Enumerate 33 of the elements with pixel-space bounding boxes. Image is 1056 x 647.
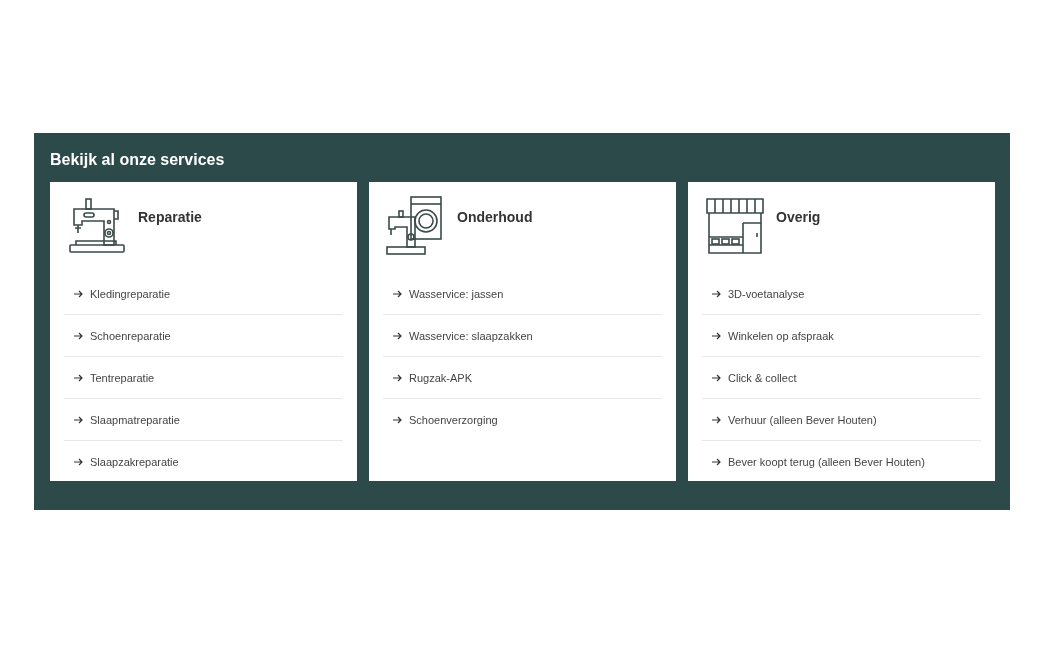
card-title: Onderhoud xyxy=(457,209,533,225)
service-link[interactable]: Wasservice: jassen xyxy=(393,287,504,300)
service-link[interactable]: Slaapzakreparatie xyxy=(74,455,179,468)
arrow-right-icon xyxy=(712,331,721,340)
arrow-right-icon xyxy=(393,373,402,382)
service-link[interactable]: Bever koopt terug (alleen Bever Houten) xyxy=(712,455,925,468)
arrow-right-icon xyxy=(712,457,721,466)
arrow-right-icon xyxy=(393,289,402,298)
arrow-right-icon xyxy=(712,415,721,424)
arrow-right-icon xyxy=(712,373,721,382)
service-link[interactable]: 3D-voetanalyse xyxy=(712,287,805,300)
section-title: Bekijk al onze services xyxy=(50,150,225,170)
service-link[interactable]: Schoenverzorging xyxy=(393,413,498,426)
service-link[interactable]: Schoenreparatie xyxy=(74,329,171,342)
service-link[interactable]: Slaapmatreparatie xyxy=(74,413,180,426)
service-link[interactable]: Click & collect xyxy=(712,371,797,384)
arrow-right-icon xyxy=(74,415,83,424)
arrow-right-icon xyxy=(712,289,721,298)
service-link[interactable]: Rugzak-APK xyxy=(393,371,472,384)
arrow-right-icon xyxy=(393,415,402,424)
shop-icon xyxy=(704,195,766,257)
service-link[interactable]: Verhuur (alleen Bever Houten) xyxy=(712,413,877,426)
service-link[interactable]: Winkelen op afspraak xyxy=(712,329,834,342)
arrow-right-icon xyxy=(74,289,83,298)
service-link[interactable]: Kledingreparatie xyxy=(74,287,171,300)
service-link[interactable]: Wasservice: slaapzakken xyxy=(393,329,533,342)
arrow-right-icon xyxy=(74,373,83,382)
service-link[interactable]: Tentreparatie xyxy=(74,371,155,384)
arrow-right-icon xyxy=(74,457,83,466)
arrow-right-icon xyxy=(393,331,402,340)
card-title: Overig xyxy=(776,209,821,225)
arrow-right-icon xyxy=(74,331,83,340)
card-title: Reparatie xyxy=(138,209,202,225)
